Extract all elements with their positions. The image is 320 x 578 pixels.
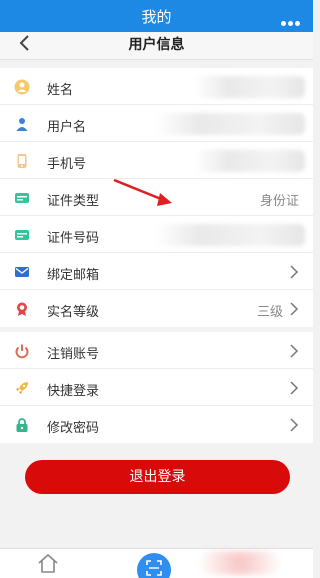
chevron-right-icon <box>290 381 299 395</box>
row-cancel-account[interactable]: 注销账号 <box>0 332 313 369</box>
home-icon <box>38 553 58 573</box>
row-label: 证件号码 <box>47 231 100 246</box>
app-title: 我的 <box>141 8 172 26</box>
redacted-tab <box>200 551 280 575</box>
row-change-password[interactable]: 修改密码 <box>0 406 313 443</box>
row-phone: 手机号 <box>0 142 313 179</box>
scan-icon <box>146 560 162 576</box>
row-username: 用户名 <box>0 105 313 142</box>
row-label: 实名等级 <box>47 305 100 320</box>
row-label: 姓名 <box>47 83 74 98</box>
chevron-right-icon <box>290 302 299 316</box>
more-options-icon[interactable] <box>281 11 303 26</box>
redacted-value <box>195 76 305 98</box>
chevron-right-icon <box>290 418 299 432</box>
row-label: 注销账号 <box>47 347 100 362</box>
chevron-right-icon <box>290 344 299 358</box>
row-label: 证件类型 <box>47 194 100 209</box>
account-actions-list: 注销账号 快捷登录 修改密码 <box>0 332 313 443</box>
row-name: 姓名 <box>0 68 313 105</box>
id-number-icon <box>15 230 29 240</box>
page-title: 用户信息 <box>128 37 185 53</box>
bottom-tab-bar <box>0 548 313 578</box>
id-card-icon <box>15 193 29 203</box>
row-label: 手机号 <box>47 157 87 172</box>
chevron-right-icon <box>290 265 299 279</box>
annotation-arrow-icon <box>113 178 172 206</box>
logout-button[interactable]: 退出登录 <box>25 460 290 494</box>
row-id-number: 证件号码 <box>0 216 313 253</box>
redacted-value <box>155 113 305 135</box>
app-title-bar: 我的 <box>0 0 313 32</box>
row-verification-level[interactable]: 实名等级 三级 <box>0 290 313 327</box>
scan-button[interactable] <box>137 553 171 578</box>
person-icon <box>14 79 30 95</box>
id-type-value: 身份证 <box>259 194 299 209</box>
row-label: 修改密码 <box>47 421 100 436</box>
row-label: 用户名 <box>47 120 87 135</box>
verification-level-value: 三级 <box>256 305 283 320</box>
mail-icon <box>15 267 29 277</box>
row-email[interactable]: 绑定邮箱 <box>0 253 313 290</box>
row-quick-login[interactable]: 快捷登录 <box>0 369 313 406</box>
redacted-value <box>195 150 305 172</box>
tab-home[interactable] <box>36 552 60 574</box>
power-icon <box>15 344 29 359</box>
row-label: 绑定邮箱 <box>47 268 100 283</box>
lock-icon <box>16 418 28 432</box>
badge-icon <box>17 302 27 316</box>
phone-icon <box>17 154 27 168</box>
user-icon <box>16 118 28 131</box>
row-label: 快捷登录 <box>47 384 100 399</box>
rocket-icon <box>16 382 28 394</box>
redacted-value <box>155 224 305 246</box>
page-header: 用户信息 <box>0 32 313 60</box>
